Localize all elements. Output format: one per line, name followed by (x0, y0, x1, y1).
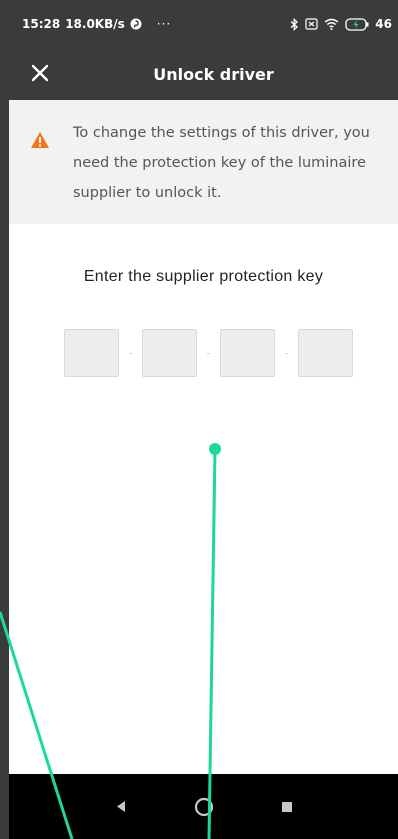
key-field-1[interactable] (64, 329, 119, 377)
no-sim-icon (305, 18, 318, 30)
warning-message: To change the settings of this driver, y… (73, 125, 370, 201)
bluetooth-icon (290, 17, 299, 31)
app-bar: Unlock driver (9, 48, 398, 100)
nav-home-button[interactable] (189, 792, 219, 822)
warning-icon (30, 131, 50, 153)
key-separator: - (128, 346, 133, 360)
nav-recents-button[interactable] (272, 792, 302, 822)
status-more-indicator: ··· (156, 17, 172, 31)
battery-level: 46 (375, 17, 392, 31)
recents-square-icon (281, 801, 292, 812)
key-field-3[interactable] (220, 329, 275, 377)
nav-back-button[interactable] (106, 792, 136, 822)
key-field-4[interactable] (298, 329, 353, 377)
key-separator: - (206, 346, 211, 360)
key-separator: - (284, 346, 289, 360)
key-prompt: Enter the supplier protection key (83, 268, 324, 285)
warning-banner: To change the settings of this driver, y… (9, 100, 398, 224)
status-bar: 15:28 18.0KB/s ··· 46 (9, 0, 398, 48)
close-button[interactable] (27, 60, 53, 86)
home-circle-icon (194, 797, 213, 816)
pinterest-icon (130, 18, 142, 30)
protection-key-input-group: - - - (64, 328, 356, 378)
battery-charging-icon (345, 17, 369, 31)
wifi-icon (324, 18, 339, 30)
status-network-speed: 18.0KB/s (65, 17, 125, 31)
key-field-2[interactable] (142, 329, 197, 377)
close-icon (31, 64, 49, 82)
system-nav-bar (9, 774, 398, 839)
page-title: Unlock driver (153, 64, 274, 84)
status-time: 15:28 (22, 17, 61, 31)
back-triangle-icon (116, 801, 125, 812)
